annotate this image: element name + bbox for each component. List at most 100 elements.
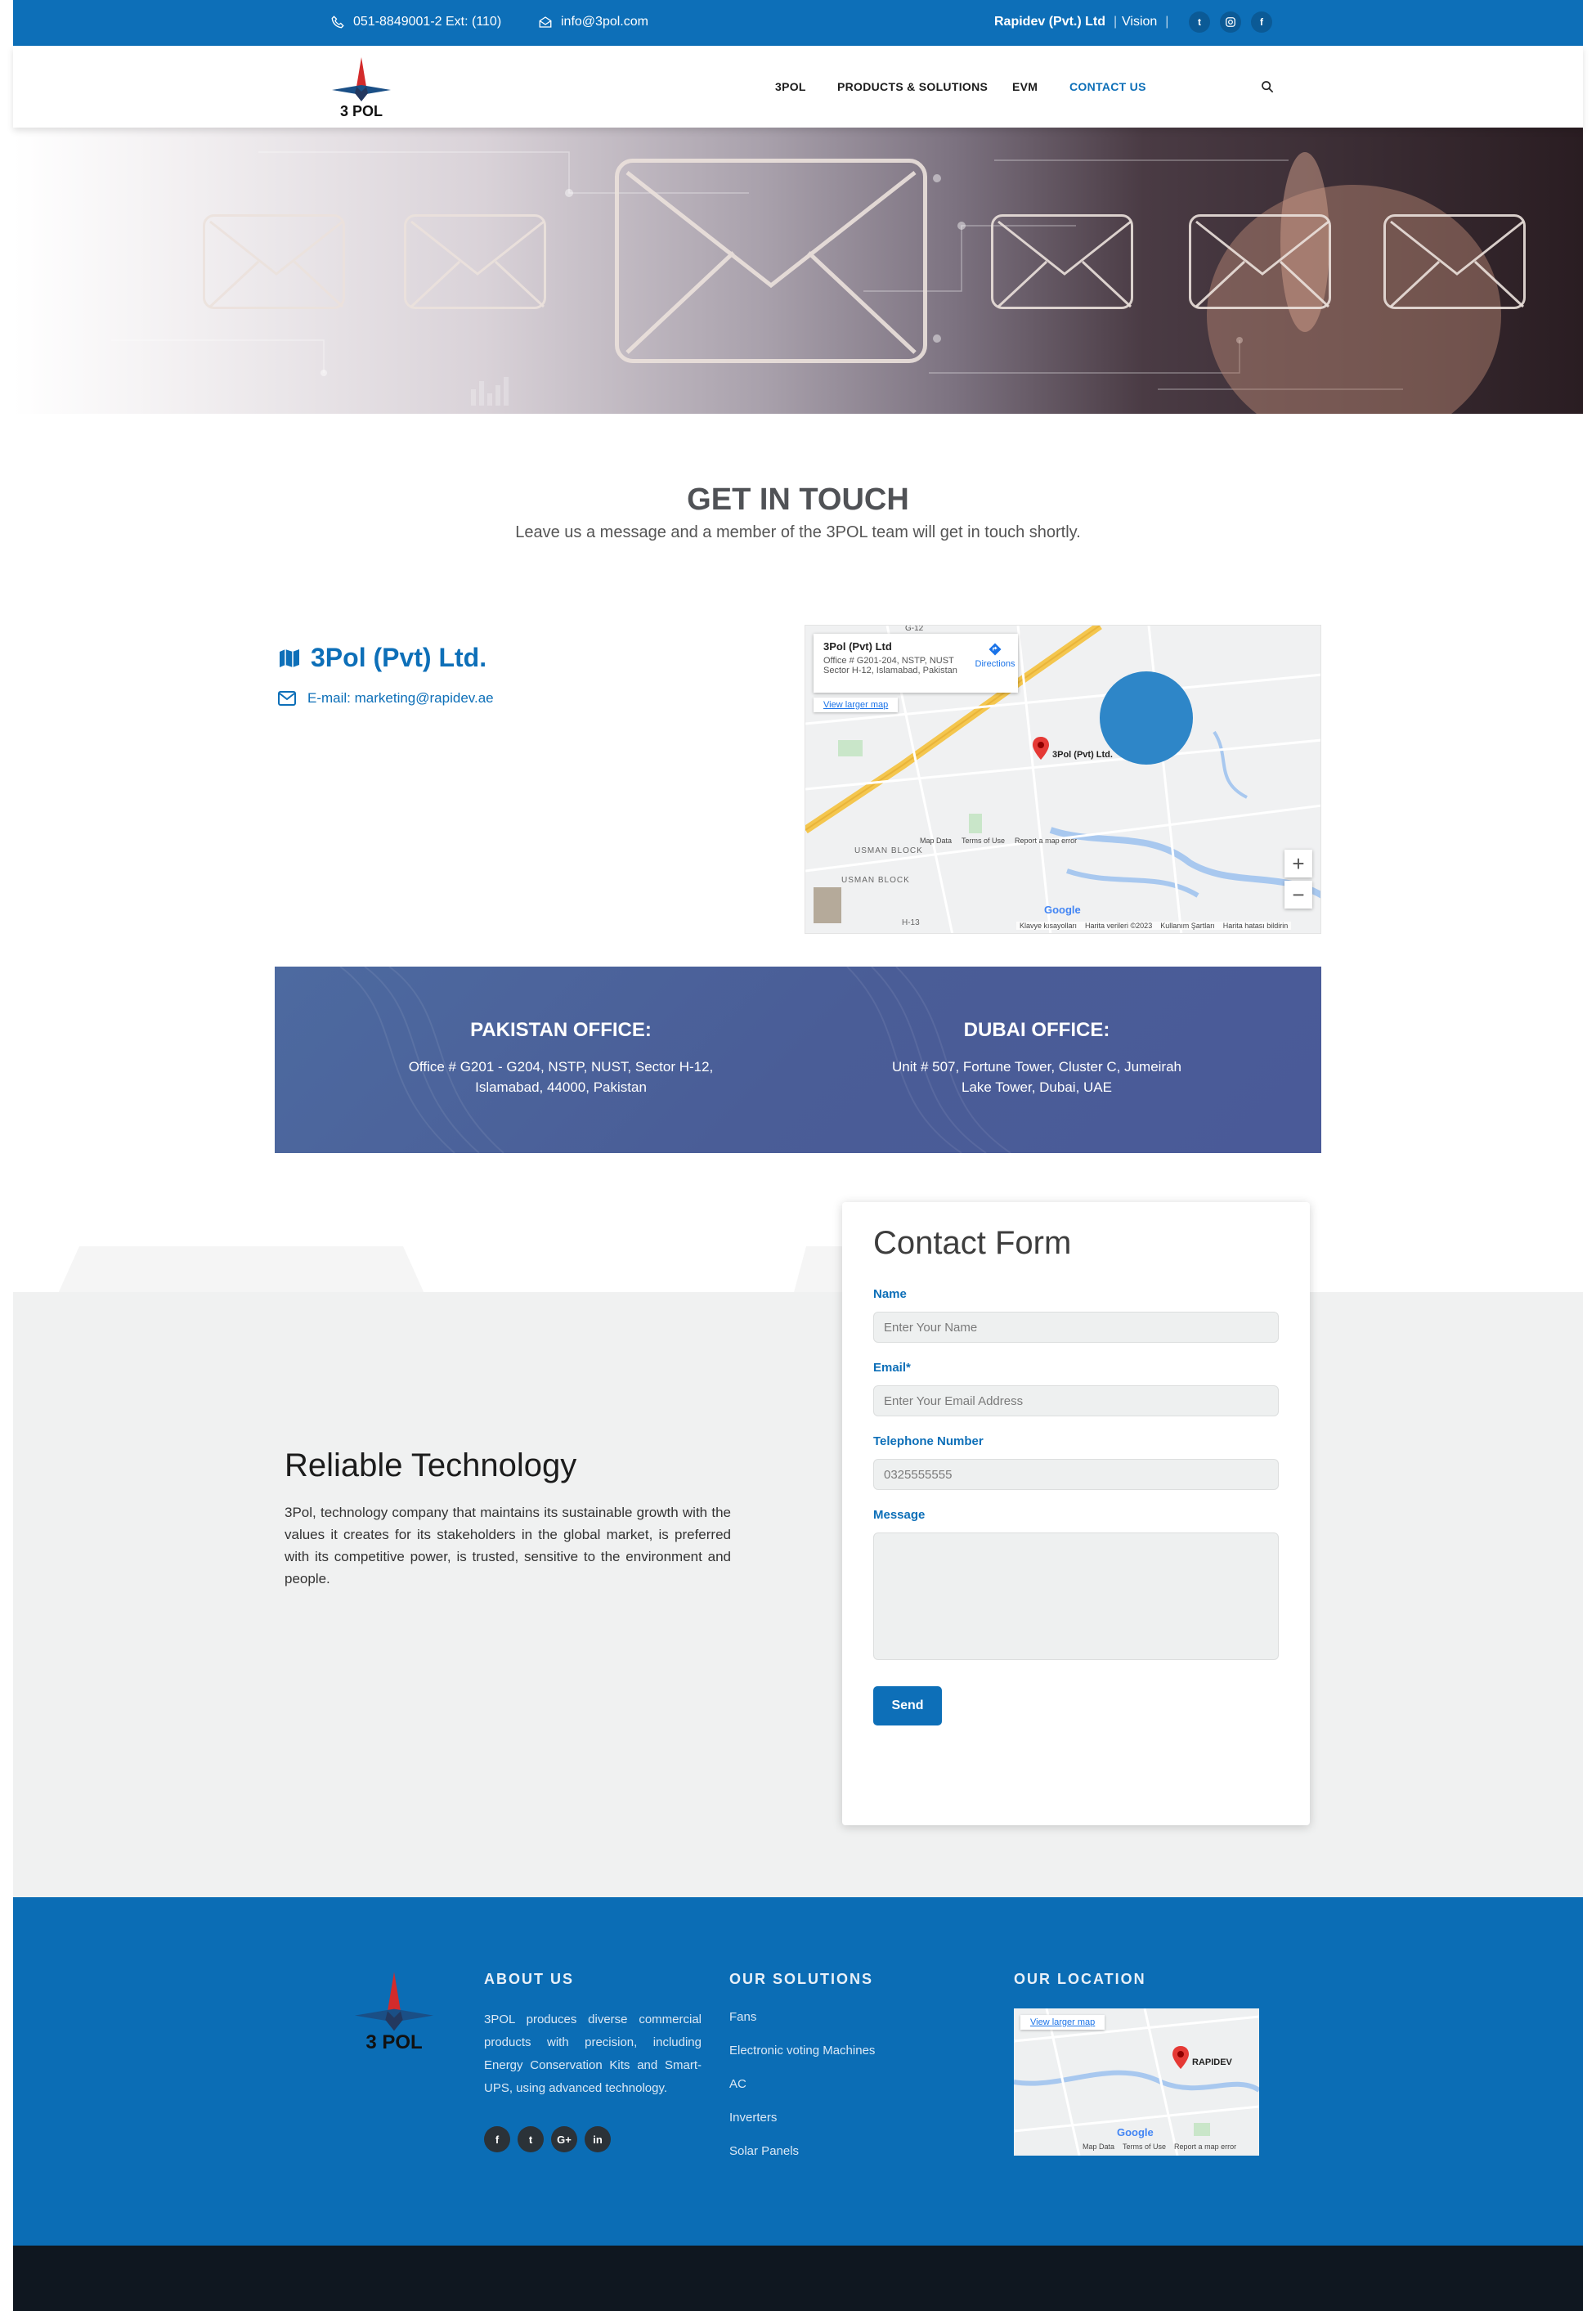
hero-banner bbox=[13, 128, 1583, 414]
linkedin-icon[interactable]: in bbox=[585, 2126, 611, 2152]
vision-label: Vision bbox=[1122, 15, 1158, 29]
envelope-large-icon bbox=[615, 159, 927, 363]
location-heading: OUR LOCATION bbox=[1014, 1971, 1146, 1987]
solution-link-evm[interactable]: Electronic voting Machines bbox=[729, 2044, 875, 2057]
about-heading: ABOUT US bbox=[484, 1971, 574, 1987]
office-address-line2: Islamabad, 44000, Pakistan bbox=[475, 1079, 647, 1095]
reliable-technology-section bbox=[13, 1292, 1583, 1897]
email-input[interactable] bbox=[873, 1385, 1279, 1416]
page-title: GET IN TOUCH bbox=[687, 482, 909, 517]
divider: | bbox=[1165, 15, 1169, 29]
message-label: Message bbox=[873, 1508, 926, 1522]
footer-map-view-larger[interactable]: View larger map bbox=[1020, 2015, 1105, 2030]
envelope-icon bbox=[404, 214, 546, 309]
telephone-label: Telephone Number bbox=[873, 1434, 984, 1448]
nav-contact-us[interactable]: CONTACT US bbox=[1069, 80, 1146, 93]
phone-icon bbox=[331, 16, 344, 29]
map-label-g12: G-12 bbox=[905, 625, 924, 633]
map-terms-link[interactable]: Terms of Use bbox=[962, 837, 1005, 845]
bottom-bar bbox=[13, 2246, 1583, 2311]
logo-text: 3 POL bbox=[339, 103, 383, 119]
office-address-line1: Office # G201 - G204, NSTP, NUST, Sector… bbox=[408, 1059, 714, 1075]
telephone-input[interactable] bbox=[873, 1459, 1279, 1490]
main-header: 3 POL 3POL PRODUCTS & SOLUTIONS EVM CONT… bbox=[13, 46, 1583, 128]
page-subtitle: Leave us a message and a member of the 3… bbox=[515, 523, 1081, 541]
divider: | bbox=[1114, 15, 1118, 29]
contact-form: Contact Form Name Email* Telephone Numbe… bbox=[842, 1202, 1310, 1825]
map-zoom-out-button[interactable]: − bbox=[1284, 881, 1312, 909]
company-name: Rapidev (Pvt.) Ltd bbox=[994, 15, 1106, 29]
twitter-icon[interactable]: t bbox=[1189, 11, 1210, 33]
company-email[interactable]: E-mail: marketing@rapidev.ae bbox=[278, 690, 494, 707]
email-label: Email* bbox=[873, 1361, 911, 1375]
nav-3pol[interactable]: 3POL bbox=[775, 80, 806, 93]
facebook-icon[interactable]: f bbox=[484, 2126, 510, 2152]
map-inner-footer: Map Data Terms of Use Report a map error bbox=[920, 837, 1077, 845]
vision-link[interactable]: Vision | bbox=[1122, 15, 1168, 29]
footer-map-attribution: Map Data Terms of Use Report a map error bbox=[1083, 2143, 1236, 2151]
nav-products-solutions[interactable]: PRODUCTS & SOLUTIONS bbox=[837, 80, 988, 93]
footer-map-embed[interactable]: View larger map RAPIDEV Google Map Data … bbox=[1014, 2008, 1259, 2156]
envelope-icon bbox=[1383, 214, 1526, 309]
map-terms-credit[interactable]: Kullanım Şartları bbox=[1160, 922, 1215, 930]
map-report-link[interactable]: Report a map error bbox=[1015, 837, 1077, 845]
footer-map-pin-label: RAPIDEV bbox=[1192, 2057, 1232, 2067]
map-zoom-in-button[interactable]: + bbox=[1284, 850, 1312, 877]
map-report-credit[interactable]: Harita hatası bildirin bbox=[1223, 922, 1289, 930]
office-title: PAKISTAN OFFICE: bbox=[470, 1019, 652, 1041]
map-label-usman-2: USMAN BLOCK bbox=[841, 876, 910, 885]
map-directions-link[interactable]: Directions bbox=[974, 642, 1016, 669]
office-title: DUBAI OFFICE: bbox=[963, 1019, 1110, 1041]
map-directions-label: Directions bbox=[975, 659, 1015, 669]
footer-map-report[interactable]: Report a map error bbox=[1174, 2143, 1236, 2151]
map-pin-icon[interactable] bbox=[1033, 737, 1049, 760]
footer-map-data[interactable]: Map Data bbox=[1083, 2143, 1114, 2151]
map-place-card: 3Pol (Pvt) Ltd Office # G201-204, NSTP, … bbox=[814, 634, 1018, 693]
map-icon bbox=[280, 648, 299, 667]
google-logo: Google bbox=[1044, 904, 1081, 916]
name-input[interactable] bbox=[873, 1312, 1279, 1343]
search-icon[interactable] bbox=[1261, 80, 1274, 93]
decorative-tab-shape bbox=[57, 1246, 425, 1295]
google-map-embed[interactable]: 3Pol (Pvt) Ltd Office # G201-204, NSTP, … bbox=[805, 625, 1321, 934]
instagram-icon[interactable] bbox=[1220, 11, 1241, 33]
map-data-link[interactable]: Map Data bbox=[920, 837, 952, 845]
send-button[interactable]: Send bbox=[873, 1686, 942, 1725]
solution-link-ac[interactable]: AC bbox=[729, 2077, 746, 2091]
twitter-icon[interactable]: t bbox=[518, 2126, 544, 2152]
phone-contact[interactable]: 051-8849001-2 Ext: (110) bbox=[330, 15, 501, 29]
footer-logo[interactable]: 3 POL bbox=[337, 1968, 451, 2057]
form-title: Contact Form bbox=[873, 1225, 1072, 1261]
phone-number: 051-8849001-2 Ext: (110) bbox=[353, 15, 502, 29]
solution-link-inverters[interactable]: Inverters bbox=[729, 2111, 777, 2125]
company-link[interactable]: Rapidev (Pvt.) Ltd | bbox=[994, 15, 1117, 29]
directions-icon bbox=[989, 643, 1002, 656]
google-plus-icon[interactable]: G+ bbox=[551, 2126, 577, 2152]
company-email-text: E-mail: marketing@rapidev.ae bbox=[307, 690, 494, 706]
map-data-credit: Harita verileri ©2023 bbox=[1085, 922, 1153, 930]
solution-link-solar-panels[interactable]: Solar Panels bbox=[729, 2144, 799, 2158]
facebook-icon[interactable]: f bbox=[1251, 11, 1272, 33]
footer-map-terms[interactable]: Terms of Use bbox=[1123, 2143, 1166, 2151]
map-label-h13: H-13 bbox=[902, 918, 920, 927]
map-view-larger-link[interactable]: View larger map bbox=[814, 698, 899, 712]
envelope-open-icon bbox=[539, 16, 552, 28]
site-logo[interactable]: 3 POL bbox=[321, 54, 402, 119]
pakistan-office: PAKISTAN OFFICE: Office # G201 - G204, N… bbox=[356, 1019, 765, 1097]
solution-link-fans[interactable]: Fans bbox=[729, 2010, 756, 2024]
nav-evm[interactable]: EVM bbox=[1012, 80, 1038, 93]
email-address: info@3pol.com bbox=[561, 15, 648, 29]
map-label-usman-1: USMAN BLOCK bbox=[854, 846, 923, 855]
company-heading: 3Pol (Pvt) Ltd. bbox=[278, 643, 486, 673]
name-label: Name bbox=[873, 1287, 907, 1301]
solutions-heading: OUR SOLUTIONS bbox=[729, 1971, 874, 1987]
message-textarea[interactable] bbox=[873, 1532, 1279, 1660]
email-contact[interactable]: info@3pol.com bbox=[538, 15, 648, 29]
dubai-office: DUBAI OFFICE: Unit # 507, Fortune Tower,… bbox=[832, 1019, 1241, 1097]
mail-icon bbox=[278, 691, 296, 706]
map-attribution-bar: Klavye kısayolları Harita verileri ©2023… bbox=[1016, 922, 1292, 930]
section-text: 3Pol, technology company that maintains … bbox=[285, 1505, 731, 1586]
map-shortcuts-link[interactable]: Klavye kısayolları bbox=[1020, 922, 1077, 930]
top-bar: 051-8849001-2 Ext: (110) info@3pol.com R… bbox=[13, 0, 1583, 46]
map-pin-icon[interactable] bbox=[1172, 2046, 1189, 2069]
